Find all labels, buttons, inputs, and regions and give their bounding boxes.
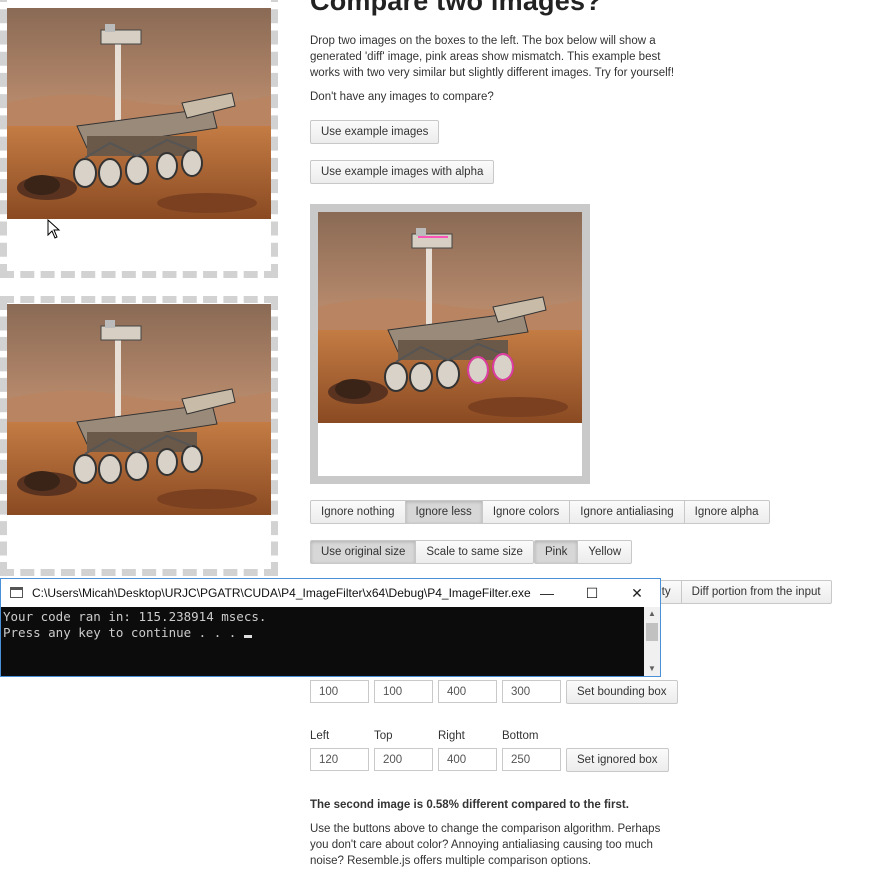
ignore-options-group: Ignore nothing Ignore less Ignore colors…	[310, 500, 770, 524]
set-ignored-box-button[interactable]: Set ignored box	[566, 748, 669, 772]
original-size-button[interactable]: Use original size	[310, 540, 417, 564]
diff-portion-button[interactable]: Diff portion from the input	[680, 580, 832, 604]
ignore-less-button[interactable]: Ignore less	[404, 500, 483, 524]
scroll-up-icon[interactable]: ▲	[644, 607, 660, 621]
second-image	[7, 304, 271, 515]
mouse-cursor-icon	[47, 219, 61, 239]
intro-text: Drop two images on the boxes to the left…	[310, 35, 675, 79]
console-title: C:\Users\Micah\Desktop\URJC\PGATR\CUDA\P…	[32, 586, 531, 600]
console-line-1: Your code ran in: 115.238914 msecs.	[3, 609, 267, 624]
first-image	[7, 8, 271, 219]
console-app-icon	[10, 587, 23, 598]
size-options-group: Use original size Scale to same size	[310, 540, 534, 564]
set-bounding-box-button[interactable]: Set bounding box	[566, 680, 678, 704]
console-output[interactable]: Your code ran in: 115.238914 msecs. Pres…	[1, 607, 644, 676]
ignored-right-input[interactable]	[438, 748, 497, 771]
diff-image	[318, 212, 582, 423]
ignore-alpha-button[interactable]: Ignore alpha	[683, 500, 770, 524]
ignore-antialiasing-button[interactable]: Ignore antialiasing	[569, 500, 685, 524]
image-dropzone-1[interactable]	[0, 0, 278, 278]
close-icon[interactable]: ✕	[614, 581, 660, 605]
ignored-left-label: Left	[310, 730, 330, 742]
scroll-down-icon[interactable]: ▼	[644, 662, 660, 676]
ignore-nothing-button[interactable]: Ignore nothing	[310, 500, 406, 524]
bounding-bottom-input[interactable]	[502, 680, 561, 703]
minimize-icon[interactable]: —	[524, 581, 570, 605]
page-title: Compare two images?	[310, 0, 602, 16]
bounding-right-input[interactable]	[438, 680, 497, 703]
maximize-icon[interactable]: ☐	[569, 581, 615, 605]
outro-text: Use the buttons above to change the comp…	[310, 823, 661, 867]
bounding-left-input[interactable]	[310, 680, 369, 703]
scale-same-size-button[interactable]: Scale to same size	[415, 540, 534, 564]
ignored-top-label: Top	[374, 730, 393, 742]
use-example-alpha-button[interactable]: Use example images with alpha	[310, 160, 495, 184]
diff-result-frame	[310, 204, 590, 484]
ignored-left-input[interactable]	[310, 748, 369, 771]
scroll-thumb[interactable]	[646, 623, 658, 641]
ignored-bottom-label: Bottom	[502, 730, 539, 742]
console-titlebar[interactable]: C:\Users\Micah\Desktop\URJC\PGATR\CUDA\P…	[1, 579, 660, 607]
image-dropzone-2[interactable]	[0, 296, 278, 576]
console-line-2: Press any key to continue . . .	[3, 625, 244, 640]
ignored-top-input[interactable]	[374, 748, 433, 771]
ignored-bottom-input[interactable]	[502, 748, 561, 771]
yellow-color-button[interactable]: Yellow	[577, 540, 633, 564]
no-images-text: Don't have any images to compare?	[310, 91, 494, 103]
color-options-group: Pink Yellow	[534, 540, 633, 564]
result-text: The second image is 0.58% different comp…	[310, 799, 629, 811]
console-window[interactable]: C:\Users\Micah\Desktop\URJC\PGATR\CUDA\P…	[0, 578, 661, 677]
use-example-images-button[interactable]: Use example images	[310, 120, 440, 144]
bounding-top-input[interactable]	[374, 680, 433, 703]
ignore-colors-button[interactable]: Ignore colors	[481, 500, 571, 524]
pink-color-button[interactable]: Pink	[534, 540, 579, 564]
ignored-right-label: Right	[438, 730, 465, 742]
console-scrollbar[interactable]: ▲ ▼	[644, 607, 660, 676]
cursor-caret-icon	[243, 635, 252, 638]
